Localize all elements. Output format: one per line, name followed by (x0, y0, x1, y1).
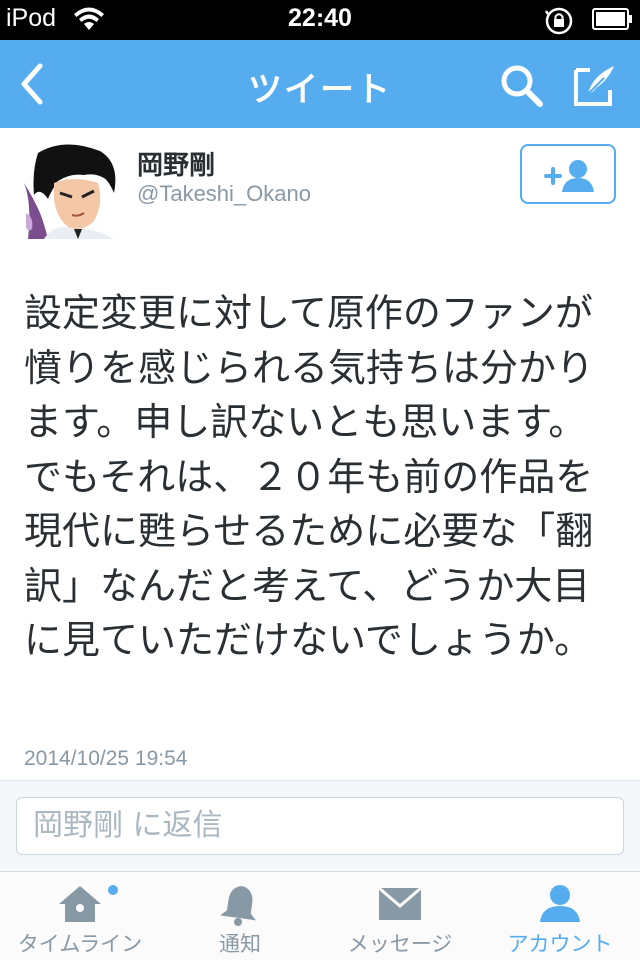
reply-bar: 岡野剛 に返信 (0, 781, 640, 871)
avatar[interactable] (24, 143, 120, 239)
bell-icon (160, 884, 320, 930)
tweet-text: 設定変更に対して原作のファンが憤りを感じられる気持ちは分かります。申し訳ないとも… (24, 291, 595, 662)
tab-label: 通知 (219, 932, 261, 956)
person-icon (480, 884, 640, 928)
user-handle[interactable]: @Takeshi_Okano (137, 181, 311, 207)
tab-label: アカウント (507, 932, 613, 956)
battery-icon (592, 8, 634, 34)
orientation-lock-icon (544, 6, 574, 40)
tab-account[interactable]: アカウント (480, 872, 640, 960)
tab-timeline[interactable]: タイムライン (0, 872, 160, 960)
home-icon (0, 884, 160, 928)
envelope-icon (320, 884, 480, 926)
compose-icon[interactable] (570, 60, 620, 114)
search-icon[interactable] (498, 62, 546, 114)
status-bar: iPod 22:40 (0, 0, 640, 40)
tab-label: タイムライン (17, 932, 143, 956)
tab-bar: タイムライン 通知 メッセージ アカウント (0, 871, 640, 960)
unread-badge (108, 885, 118, 895)
user-name[interactable]: 岡野剛 (137, 145, 215, 182)
follow-button[interactable] (520, 144, 616, 204)
tab-notifications[interactable]: 通知 (160, 872, 320, 960)
nav-bar: ツイート (0, 40, 640, 128)
tab-label: メッセージ (347, 932, 453, 956)
reply-input[interactable]: 岡野剛 に返信 (16, 797, 624, 855)
tweet-timestamp: 2014/10/25 19:54 (24, 747, 188, 770)
tab-messages[interactable]: メッセージ (320, 872, 480, 960)
